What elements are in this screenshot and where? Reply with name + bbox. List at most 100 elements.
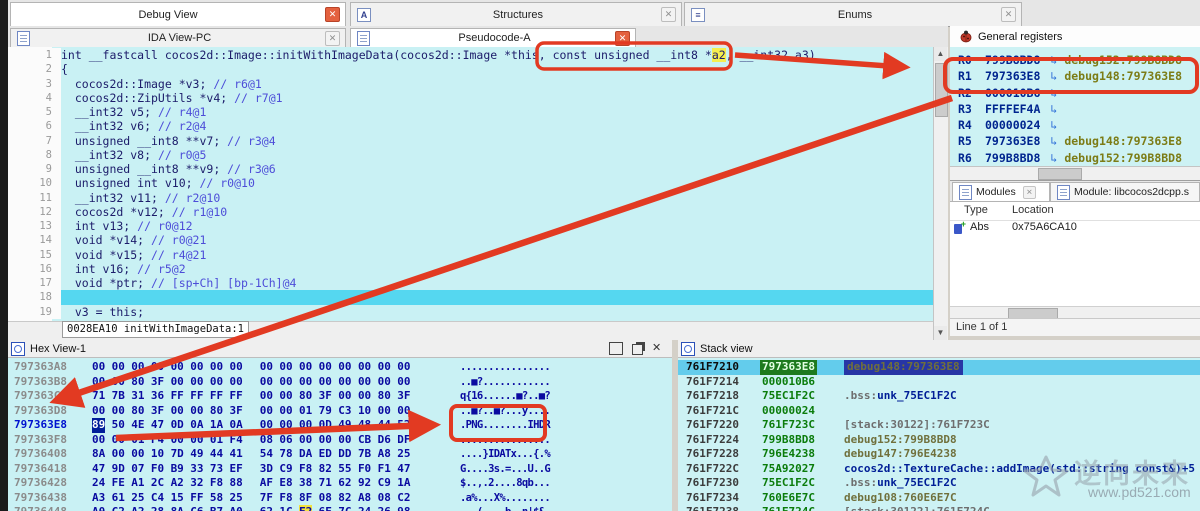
- pseudocode-line[interactable]: 15 void *v15; // r4@21: [8, 247, 934, 262]
- stack-row[interactable]: 761F7214 000010B6: [678, 375, 1200, 390]
- general-registers-header: General registers: [950, 26, 1200, 48]
- hex-view-titlebar: Hex View-1 ✕: [8, 340, 672, 358]
- stack-row[interactable]: 761F7218 75EC1F2C .bss:unk_75EC1F2C: [678, 389, 1200, 404]
- close-icon[interactable]: ✕: [652, 343, 664, 354]
- pseudocode-line[interactable]: 14 void *v14; // r0@21: [8, 233, 934, 248]
- watermark-url: www.pd521.com: [1088, 484, 1191, 500]
- register-row[interactable]: R6 799B8BD8 ↳ debug152:799B8BD8: [950, 150, 1200, 166]
- close-icon[interactable]: ✕: [1001, 7, 1016, 22]
- register-row[interactable]: R4 00000024 ↳: [950, 117, 1200, 133]
- maximize-icon[interactable]: [609, 342, 623, 355]
- hex-row[interactable]: 797363B8 00 00 80 3F 00 00 00 00 00 00 00 00 00 00 00 00…: [8, 375, 672, 390]
- pseudocode-lines: 1 int __fastcall cocos2d::Image::initWith…: [8, 48, 934, 319]
- restore-icon[interactable]: [632, 344, 643, 355]
- hex-row[interactable]: 797363D8 00 00 80 3F 00 00 80 3F 00 00 01 79 C3 10 00 00…: [8, 404, 672, 419]
- modules-panel[interactable]: Modules ✕ Module: libcocos2dcpp.s Type L…: [950, 180, 1200, 336]
- tab-label: Pseudocode-A: [458, 32, 531, 44]
- pseudocode-view-icon: [357, 30, 370, 46]
- module-icon: [1057, 184, 1070, 200]
- tab-label: Enums: [837, 8, 873, 21]
- registers-panel[interactable]: R0 799B8BD8 ↳ debug152:799B8BD8 R1 797363E8 ↳ d…: [950, 47, 1200, 180]
- tab-debug-view[interactable]: Debug View ✕: [10, 2, 346, 26]
- pseudocode-line[interactable]: 5 __int32 v5; // r4@1: [8, 105, 934, 120]
- pseudocode-line[interactable]: 4 cocos2d::ZipUtils *v4; // r7@1: [8, 90, 934, 105]
- tab-module-libcocos2dcpp[interactable]: Module: libcocos2dcpp.s: [1050, 182, 1200, 201]
- hex-row[interactable]: 797363F8 00 00 01 F4 00 00 01 F4 08 06 00 00 00 CB D6 DF…: [8, 433, 672, 448]
- hex-row[interactable]: 79736418 47 9D 07 F0 B9 33 73 EF 3D C9 F8 82 55 F0 F1 47…: [8, 462, 672, 477]
- pseudocode-panel[interactable]: 1 int __fastcall cocos2d::Image::initWith…: [8, 47, 948, 340]
- desktop-tabbar: Debug View ✕ A Structures ✕ ≡ Enums ✕: [8, 0, 1200, 27]
- tab-enums[interactable]: ≡ Enums ✕: [684, 2, 1022, 26]
- stack-row[interactable]: 761F7224 799B8BD8 debug152:799B8BD8: [678, 433, 1200, 448]
- scroll-up-icon[interactable]: ▲: [934, 47, 947, 61]
- hex-view-panel[interactable]: Hex View-1 ✕ 797363A8 00 00 00 00 00 00 00 00 00 0…: [8, 340, 672, 511]
- stack-row[interactable]: 761F7238761F724C[stack:30122]:761F724C: [678, 505, 1200, 511]
- pseudocode-line[interactable]: 8 __int32 v8; // r0@5: [8, 147, 934, 162]
- tab-label: Modules: [976, 186, 1016, 198]
- scrollbar-thumb[interactable]: [935, 63, 948, 117]
- pseudocode-line[interactable]: 18: [8, 290, 934, 305]
- modules-icon: [959, 184, 972, 200]
- pseudocode-line[interactable]: 10 unsigned int v10; // r0@10: [8, 176, 934, 191]
- vertical-scrollbar[interactable]: ▲ ▼: [933, 47, 948, 340]
- register-row[interactable]: R1 797363E8 ↳ debug148:797363E8: [950, 68, 1200, 84]
- module-row[interactable]: Abs 0x75A6CA10: [950, 219, 1200, 237]
- stack-row[interactable]: 761F7210 797363E8 debug148:797363E8: [678, 360, 1200, 375]
- stack-row[interactable]: 761F7220 761F723C [stack:30122]:761F723C: [678, 418, 1200, 433]
- tab-ida-view-pc[interactable]: IDA View-PC ✕: [10, 28, 346, 47]
- modules-tabbar: Modules ✕ Module: libcocos2dcpp.s: [950, 181, 1200, 202]
- tab-label: IDA View-PC: [147, 32, 212, 44]
- hex-dump: 797363A8 00 00 00 00 00 00 00 00 00 00 00 00 00 00 00 00…: [8, 360, 672, 511]
- tab-label: Debug View: [138, 8, 198, 21]
- hex-row[interactable]: 79736448A0C2A2288AC6B7A0621CF26E7C242698…: [8, 505, 672, 511]
- pseudocode-line[interactable]: 7 unsigned __int8 **v7; // r3@4: [8, 133, 934, 148]
- address-hint: 0028EA10 initWithImageData:1: [62, 321, 250, 338]
- tab-modules[interactable]: Modules ✕: [952, 182, 1050, 201]
- module-type: Abs: [970, 221, 989, 233]
- close-icon[interactable]: ✕: [325, 30, 340, 46]
- pseudocode-line[interactable]: 1 int __fastcall cocos2d::Image::initWith…: [8, 48, 934, 63]
- hex-row[interactable]: 797363E8 89 50 4E 47 0D 0A 1A 0A 00 00 00 0D 49 48 44 52…: [8, 418, 672, 433]
- pseudocode-line[interactable]: 19 v3 = this;: [8, 304, 934, 319]
- hex-view-icon: [11, 341, 25, 356]
- tab-structures[interactable]: A Structures ✕: [350, 2, 682, 26]
- stack-view-icon: [681, 341, 695, 356]
- hex-row[interactable]: 797363A8 00 00 00 00 00 00 00 00 00 00 00 00 00 00 00 00…: [8, 360, 672, 375]
- register-row[interactable]: R2 000010B6 ↳: [950, 85, 1200, 101]
- tab-pseudocode-a[interactable]: Pseudocode-A ✕: [350, 28, 636, 47]
- close-icon[interactable]: ✕: [615, 30, 630, 46]
- hex-row[interactable]: 79736408 8A 00 00 10 7D 49 44 41 54 78 DA ED DD 7B A8 25…: [8, 447, 672, 462]
- pseudocode-line[interactable]: 17 void *ptr; // [sp+Ch] [bp-1Ch]@4: [8, 276, 934, 291]
- scrollbar-thumb[interactable]: [1038, 168, 1082, 180]
- tab-label: Structures: [492, 8, 544, 21]
- scroll-down-icon[interactable]: ▼: [934, 326, 947, 340]
- close-icon[interactable]: ✕: [661, 7, 676, 22]
- pseudocode-line[interactable]: 9 unsigned __int8 **v9; // r3@6: [8, 162, 934, 177]
- horizontal-scrollbar[interactable]: [950, 166, 1200, 180]
- pseudocode-line[interactable]: 11 __int32 v11; // r2@10: [8, 190, 934, 205]
- register-row[interactable]: R0 799B8BD8 ↳ debug152:799B8BD8: [950, 52, 1200, 68]
- hex-row[interactable]: 79736438 A3 61 25 C4 15 FF 58 25 7F F8 8F 08 82 A8 08 C2…: [8, 491, 672, 506]
- pseudocode-line[interactable]: 13 int v13; // r0@12: [8, 219, 934, 234]
- register-row[interactable]: R3 FFFFEF4A ↳: [950, 101, 1200, 117]
- column-type[interactable]: Type: [964, 204, 988, 216]
- modules-status: Line 1 of 1: [950, 318, 1200, 336]
- pseudocode-line[interactable]: 12 cocos2d *v12; // r1@10: [8, 204, 934, 219]
- register-row[interactable]: R5 797363E8 ↳ debug148:797363E8: [950, 133, 1200, 149]
- stack-view-titlebar: Stack view: [678, 340, 1200, 358]
- enums-icon: ≡: [691, 7, 705, 22]
- star-icon: [1023, 455, 1069, 497]
- pseudocode-line[interactable]: 6 __int32 v6; // r2@4: [8, 119, 934, 134]
- pseudocode-line[interactable]: 3 cocos2d::Image *v3; // r6@1: [8, 76, 934, 91]
- column-location[interactable]: Location: [1012, 204, 1054, 216]
- hex-row[interactable]: 797363C8 71 7B 31 36 FF FF FF FF 00 00 80 3F 00 00 80 3F…: [8, 389, 672, 404]
- structures-icon: A: [357, 7, 371, 22]
- close-icon[interactable]: ✕: [1022, 185, 1036, 199]
- stack-row[interactable]: 761F721C 00000024: [678, 404, 1200, 419]
- close-icon[interactable]: ✕: [325, 7, 340, 22]
- window-edge: [0, 0, 8, 511]
- pseudocode-line[interactable]: 16 int v16; // r5@2: [8, 261, 934, 276]
- hex-row[interactable]: 79736428 24 FE A1 2C A2 32 F8 88 AF E8 38 71 62 92 C9 1A…: [8, 476, 672, 491]
- ladybug-icon: [960, 30, 972, 43]
- pseudocode-line[interactable]: 2{: [8, 62, 934, 77]
